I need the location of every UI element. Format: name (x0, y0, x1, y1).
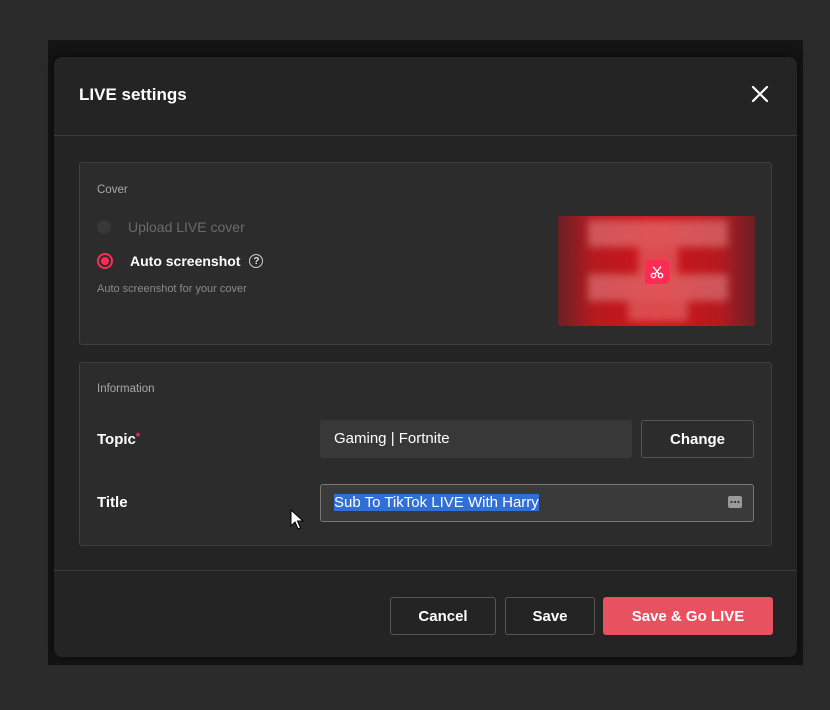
auto-screenshot-radio[interactable] (97, 253, 113, 269)
required-mark: * (135, 431, 141, 443)
dialog-header: LIVE settings (54, 57, 797, 136)
auto-screenshot-option[interactable]: Auto screenshot ? (97, 253, 264, 269)
topic-label-text: Topic (97, 431, 136, 448)
cover-hint: Auto screenshot for your cover (97, 283, 247, 295)
scissors-icon[interactable] (645, 260, 669, 284)
close-icon (751, 85, 769, 103)
mouse-pointer-icon (290, 509, 304, 530)
cover-section-label: Cover (97, 184, 128, 196)
topic-label: Topic* (97, 431, 140, 448)
save-button[interactable]: Save (505, 597, 595, 635)
title-input-value: Sub To TikTok LIVE With Harry (334, 494, 539, 511)
title-label: Title (97, 494, 128, 511)
live-settings-dialog: LIVE settings Cover Upload LIVE cover Au… (54, 57, 797, 657)
topic-field: Gaming | Fortnite (320, 420, 632, 458)
footer-divider (54, 570, 797, 571)
information-section-label: Information (97, 383, 155, 395)
information-section: Information Topic* Gaming | Fortnite Cha… (79, 362, 772, 546)
question-circle-icon[interactable]: ? (249, 254, 264, 268)
cancel-button[interactable]: Cancel (390, 597, 496, 635)
keyboard-icon[interactable] (728, 496, 742, 508)
cover-section: Cover Upload LIVE cover Auto screenshot … (79, 162, 772, 345)
cover-thumbnail[interactable] (558, 216, 755, 326)
save-go-live-button[interactable]: Save & Go LIVE (603, 597, 773, 635)
auto-screenshot-label: Auto screenshot (130, 253, 241, 269)
upload-cover-option[interactable]: Upload LIVE cover (97, 219, 245, 235)
title-input[interactable]: Sub To TikTok LIVE With Harry (320, 484, 754, 522)
upload-cover-label: Upload LIVE cover (128, 219, 245, 235)
dialog-title: LIVE settings (79, 85, 187, 104)
upload-cover-radio[interactable] (97, 220, 111, 234)
close-button[interactable] (747, 81, 773, 107)
change-topic-button[interactable]: Change (641, 420, 754, 458)
